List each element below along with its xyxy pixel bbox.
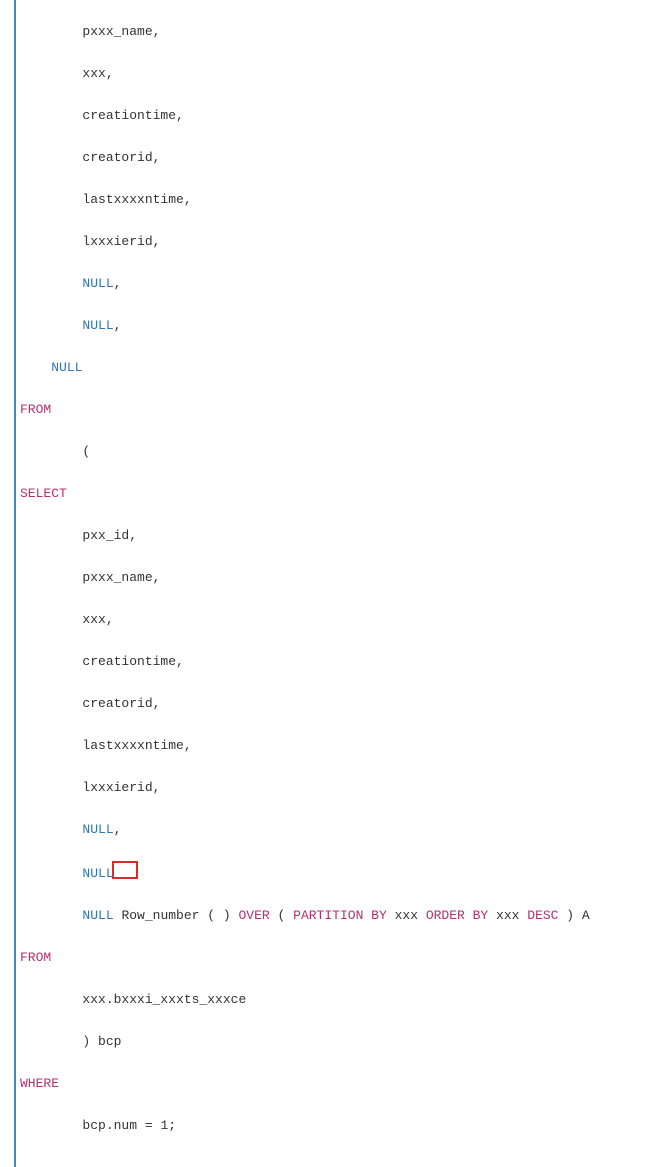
identifier: pxx_id <box>82 528 129 543</box>
order-by-keyword: ORDER BY <box>426 908 488 923</box>
from-keyword: FROM <box>20 950 51 965</box>
code-line: ( <box>16 441 650 462</box>
paren-open: ( <box>82 444 90 459</box>
identifier: creationtime <box>82 108 176 123</box>
code-line: bcp.num = 1; <box>16 1115 650 1136</box>
code-line: lxxxierid, <box>16 777 650 798</box>
identifier: lastxxxxntime <box>82 738 183 753</box>
code-line: SELECT <box>16 483 650 504</box>
identifier: lxxxierid <box>82 234 152 249</box>
identifier: pxxx_name <box>82 570 152 585</box>
code-line: FROM <box>16 399 650 420</box>
identifier: xxx <box>82 612 105 627</box>
code-line: lxxxierid, <box>16 231 650 252</box>
code-line: NULL <box>16 861 650 884</box>
where-keyword: WHERE <box>20 1076 59 1091</box>
null-keyword: NULL <box>82 866 113 881</box>
code-line: NULL <box>16 357 650 378</box>
code-line: WHERE <box>16 1073 650 1094</box>
code-line: xxx, <box>16 609 650 630</box>
partition-by-keyword: PARTITION BY <box>293 908 387 923</box>
null-keyword: NULL <box>82 822 113 837</box>
code-line: creatorid, <box>16 693 650 714</box>
code-line: pxx_id, <box>16 525 650 546</box>
table-name: xxx.bxxxi_xxxts_xxxce <box>82 992 246 1007</box>
alias: ) bcp <box>82 1034 121 1049</box>
identifier: creationtime <box>82 654 176 669</box>
identifier: lastxxxxntime <box>82 192 183 207</box>
code-line: NULL Row_number ( ) OVER ( PARTITION BY … <box>16 905 650 926</box>
highlight-missing-comma-icon <box>112 861 138 879</box>
null-keyword: NULL <box>82 318 113 333</box>
code-line: pxxx_name, <box>16 21 650 42</box>
code-line: NULL, <box>16 273 650 294</box>
code-line: ) bcp <box>16 1031 650 1052</box>
identifier: xxx <box>82 66 105 81</box>
code-line: creationtime, <box>16 105 650 126</box>
code-line: lastxxxxntime, <box>16 189 650 210</box>
from-keyword: FROM <box>20 402 51 417</box>
over-keyword: OVER <box>239 908 270 923</box>
code-line: NULL, <box>16 819 650 840</box>
code-line: xxx.bxxxi_xxxts_xxxce <box>16 989 650 1010</box>
code-line: FROM <box>16 947 650 968</box>
identifier: creatorid <box>82 150 152 165</box>
row-number-fn: Row_number <box>121 908 199 923</box>
null-keyword: NULL <box>82 908 113 923</box>
select-keyword: SELECT <box>20 486 67 501</box>
null-keyword: NULL <box>82 276 113 291</box>
code-line: lastxxxxntime, <box>16 735 650 756</box>
code-line: NULL, <box>16 315 650 336</box>
desc-keyword: DESC <box>527 908 558 923</box>
code-line: pxxx_name, <box>16 567 650 588</box>
identifier: pxxx_name <box>82 24 152 39</box>
code-line: creatorid, <box>16 147 650 168</box>
code-line: creationtime, <box>16 651 650 672</box>
identifier: lxxxierid <box>82 780 152 795</box>
identifier: creatorid <box>82 696 152 711</box>
null-keyword: NULL <box>51 360 82 375</box>
code-line: xxx, <box>16 63 650 84</box>
sql-code-block: pxxx_name, xxx, creationtime, creatorid,… <box>14 0 650 1167</box>
